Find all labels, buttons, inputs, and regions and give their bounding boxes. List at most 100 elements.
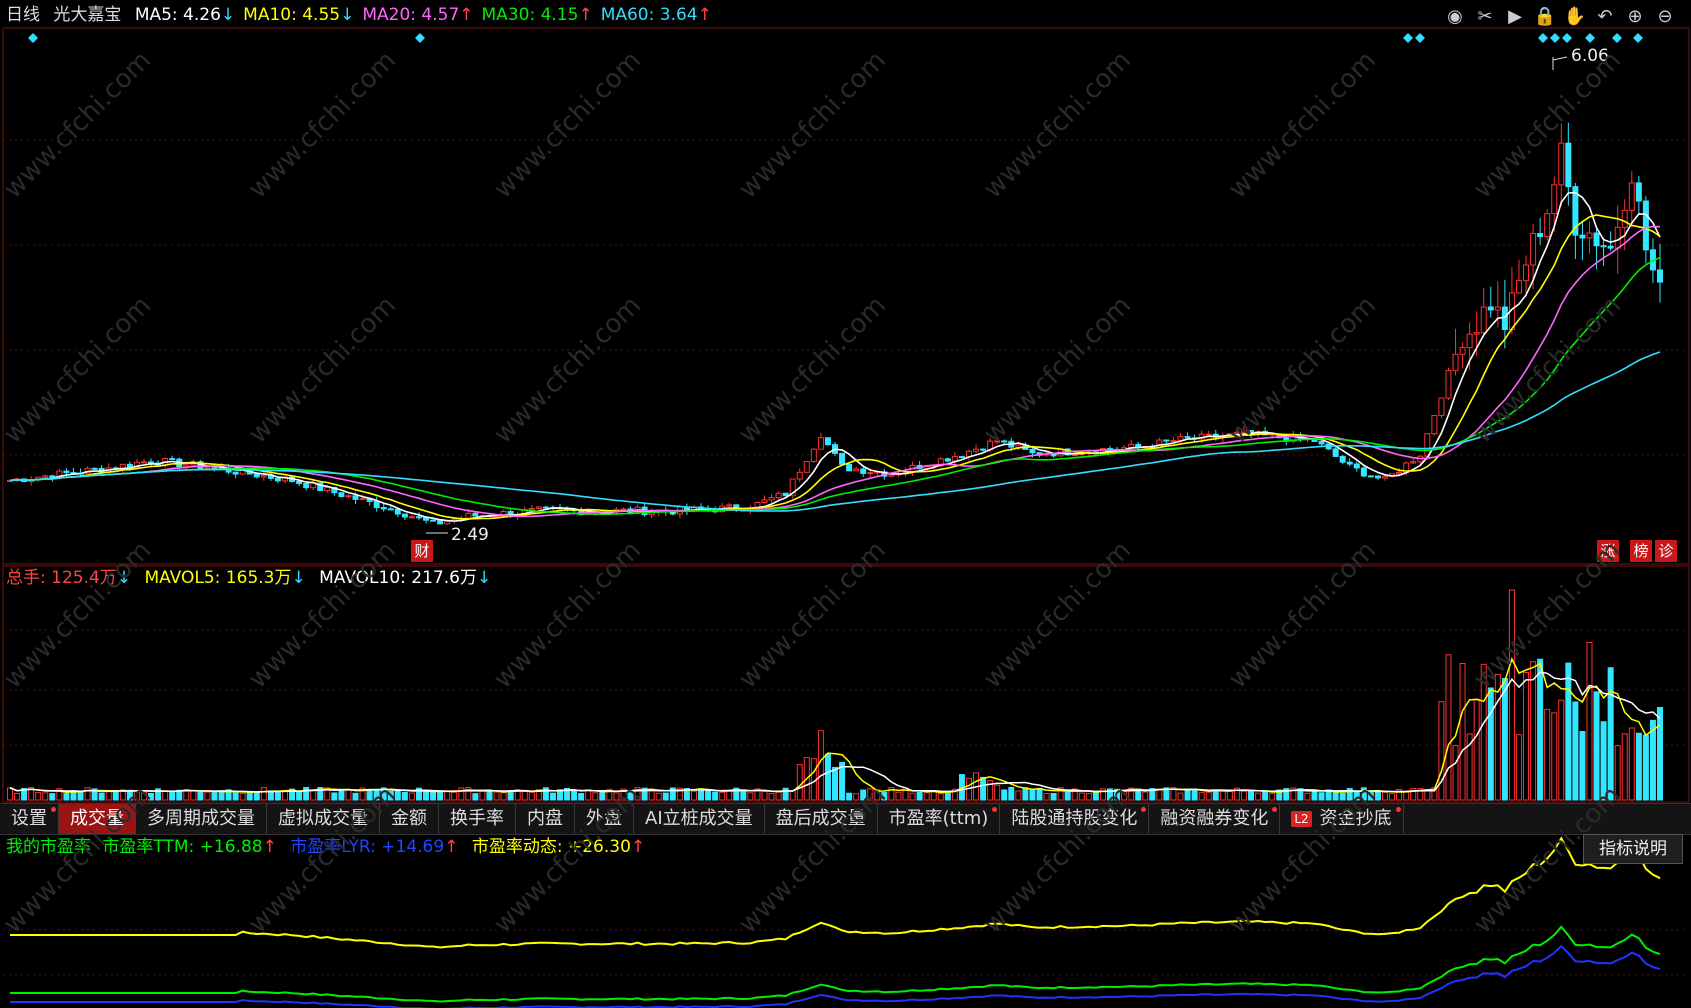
candle-body (846, 463, 853, 472)
candle-body (1015, 444, 1022, 448)
volume-bar (1262, 790, 1269, 801)
volume-bar (585, 789, 592, 801)
candle-body (1480, 306, 1487, 334)
volume-bar (7, 787, 13, 801)
volume-bar (726, 790, 733, 801)
volume-bar (980, 776, 987, 801)
candle-body (1515, 280, 1522, 294)
volume-bar (500, 792, 507, 801)
candle-body (274, 477, 281, 482)
candle-body (169, 458, 176, 461)
volume-bar (486, 789, 493, 801)
volume-bar (162, 790, 169, 801)
pe-ttm-label: 市盈率TTM: +16.88↑ (102, 837, 277, 857)
candle-body (1318, 440, 1325, 445)
volume-bar (909, 792, 916, 801)
candle-body (63, 470, 70, 474)
volume-bar (1607, 667, 1614, 801)
candle-body (1501, 306, 1508, 330)
volume-bar (42, 792, 49, 801)
volume-bar (528, 792, 535, 801)
volume-bar (1248, 790, 1255, 801)
candle-body (1473, 332, 1480, 335)
volume-bar (1198, 791, 1205, 801)
candle-body (542, 506, 549, 509)
volume-bar (549, 792, 556, 801)
candle-body (888, 474, 895, 477)
tab-item[interactable]: 市盈率(ttm) (878, 804, 1001, 834)
event-marker (1550, 33, 1560, 43)
indicator-explain-button[interactable]: 指标说明 (1583, 834, 1683, 864)
volume-bar (1445, 654, 1452, 801)
volume-bar (1177, 792, 1184, 801)
candle-body (1431, 415, 1438, 435)
high-pointer (1552, 56, 1568, 61)
volume-bar (1508, 589, 1515, 801)
volume-bar (1523, 671, 1530, 801)
event-marker (1403, 33, 1413, 43)
volume-bar (1050, 793, 1057, 801)
candle-body (726, 504, 733, 507)
tab-item[interactable]: 换手率 (439, 804, 516, 834)
candle-body (1346, 461, 1353, 465)
candle-body (803, 460, 810, 473)
volume-bar (63, 793, 70, 801)
candle-body (1494, 306, 1501, 311)
volume-bar (84, 787, 91, 801)
candle-body (1339, 455, 1346, 463)
candle-body (1565, 142, 1572, 188)
candle-body (1367, 475, 1374, 478)
event-marker (415, 33, 425, 43)
volume-bar (1085, 793, 1092, 801)
candle-body (1135, 443, 1142, 448)
candle-body (296, 480, 303, 485)
candle-body (1029, 448, 1036, 454)
finance-badge[interactable]: 财 (411, 540, 433, 562)
volume-bar (1544, 708, 1551, 801)
volume-bar (303, 786, 310, 801)
tab-item[interactable]: 融资融券变化 (1149, 804, 1281, 834)
candle-body (620, 508, 627, 511)
candle-body (1600, 245, 1607, 248)
candle-body (1459, 347, 1466, 355)
tab-dot (1272, 807, 1278, 812)
tab-item[interactable]: 内盘 (516, 804, 575, 834)
volume-bar (1184, 788, 1191, 801)
volume-bar (1403, 791, 1410, 801)
candle-body (958, 456, 965, 459)
candle-body (444, 520, 451, 525)
candle-body (1410, 461, 1417, 464)
volume-bar (655, 792, 662, 801)
volume-bar (1530, 661, 1537, 801)
volume-bar (444, 791, 451, 801)
candle-body (1438, 397, 1445, 417)
volume-bar (1156, 788, 1163, 801)
volume-bar (1043, 793, 1050, 801)
candle-body (1530, 233, 1537, 266)
bang-badge[interactable]: 榜 (1630, 540, 1652, 562)
volume-bar (246, 791, 253, 801)
volume-bar (1240, 790, 1247, 801)
candle-body (810, 448, 817, 462)
candle-body (324, 486, 331, 492)
event-marker (1585, 33, 1595, 43)
volume-bar (310, 790, 317, 801)
candle-body (352, 495, 359, 500)
tab-item[interactable]: 设置 (0, 804, 59, 834)
volume-bar (1269, 793, 1276, 801)
tab-item[interactable]: AI立桩成交量 (634, 804, 765, 834)
volume-bar (662, 792, 669, 801)
candle-body (817, 437, 824, 450)
candle-body (1642, 200, 1649, 251)
volume-bar (1593, 691, 1600, 801)
candle-body (535, 506, 542, 509)
candle-body (380, 507, 387, 510)
candle-body (839, 452, 846, 465)
volume-bar (705, 790, 712, 801)
tab-item[interactable]: 多周期成交量 (136, 804, 267, 834)
pe-lyr-line (10, 944, 1661, 1008)
volume-bar (296, 791, 303, 801)
candle-body (973, 448, 980, 452)
zhen-badge[interactable]: 诊 (1655, 540, 1677, 562)
candle-body (1621, 209, 1628, 228)
